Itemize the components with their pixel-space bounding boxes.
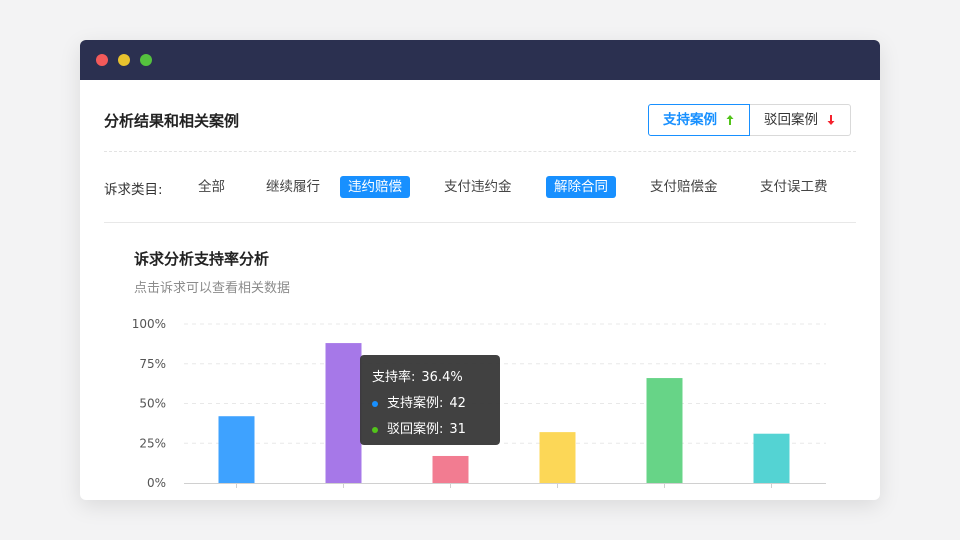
y-tick-label: 50% [139,397,166,411]
bar[interactable] [325,343,362,483]
tooltip-rate-value: 36.4% [421,370,463,385]
chart-tooltip: 支持率: 36.4% 支持案例: 42 驳回案例: 31 [360,355,500,445]
bar[interactable] [646,378,683,483]
tooltip-support-label: 支持案例: [387,396,444,411]
app-window: 分析结果和相关案例 支持案例 驳回案例 诉求类目: 全部 继续履行 违约赔偿 支… [80,40,880,500]
support-legend-dot [372,401,378,407]
y-tick-label: 25% [139,436,166,450]
bar[interactable] [539,432,576,483]
y-tick-label: 75% [139,357,166,371]
tooltip-support-row: 支持案例: 42 [372,391,488,417]
tooltip-reject-value: 31 [449,422,466,437]
bar[interactable] [432,455,469,483]
tooltip-rate-label: 支持率: [372,370,416,385]
y-tick-label: 0% [147,476,166,490]
bar[interactable] [753,433,790,483]
tooltip-support-value: 42 [449,396,466,411]
y-tick-label: 100% [132,317,166,331]
tooltip-reject-label: 驳回案例: [387,422,444,437]
tooltip-reject-row: 驳回案例: 31 [372,417,488,443]
bar[interactable] [218,416,255,483]
reject-legend-dot [372,427,378,433]
tooltip-rate-row: 支持率: 36.4% [372,365,488,391]
